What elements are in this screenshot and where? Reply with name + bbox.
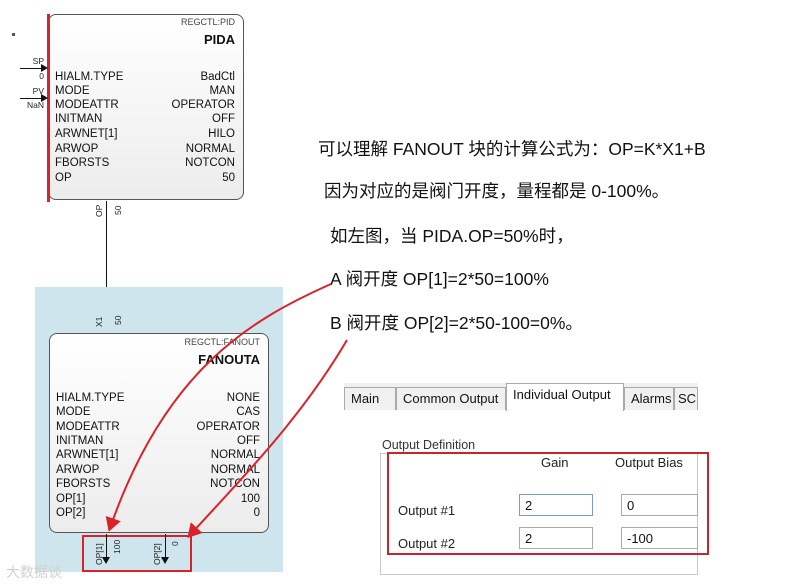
corner-mark — [12, 33, 15, 36]
param-value: NORMAL — [210, 464, 260, 476]
watermark: 大数据谈 — [6, 564, 62, 580]
param-name: MODE — [55, 85, 90, 97]
pida-param-row: INITMAN OFF — [55, 112, 235, 126]
fanout-param-row: OP[1] 100 — [56, 492, 260, 506]
explanation-line: 因为对应的是阀门开度，量程都是 0-100%。 — [324, 181, 670, 201]
param-name: MODEATTR — [55, 99, 119, 111]
fanout-param-row: FBORSTS NOTCON — [56, 477, 260, 491]
param-value: OPERATOR — [171, 99, 235, 111]
param-value: NOTCON — [185, 157, 235, 169]
explanation-line: 如左图，当 PIDA.OP=50%时， — [330, 226, 574, 246]
param-name: HIALM.TYPE — [55, 71, 124, 83]
pida-param-row: MODEATTR OPERATOR — [55, 98, 235, 112]
fanout-output2-arrow-icon — [161, 557, 169, 564]
pida-output-pin-value: 50 — [113, 205, 123, 215]
fanout-input-pin-value: 50 — [113, 315, 123, 325]
fanout-type-label: REGCTL:FANOUT — [184, 337, 260, 347]
pin-sp-value: 0 — [39, 71, 44, 81]
pin-sp-line — [20, 68, 42, 69]
fanout-param-row: ARWOP NORMAL — [56, 463, 260, 477]
param-name: FBORSTS — [55, 157, 110, 169]
pida-output-pin-name: OP — [94, 204, 104, 217]
pida-selection-bar — [47, 14, 50, 202]
fanout-param-row: HIALM.TYPE NONE — [56, 391, 260, 405]
param-name: MODE — [56, 406, 91, 418]
fanout-output1-arrow-icon — [102, 557, 110, 564]
param-value: BadCtl — [200, 71, 235, 83]
param-value: 100 — [240, 493, 260, 505]
param-value: MAN — [209, 85, 235, 97]
fanout-function-block[interactable]: REGCTL:FANOUT FANOUTA HIALM.TYPE NONE MO… — [49, 333, 269, 533]
param-value: NORMAL — [210, 449, 260, 461]
fanout-param-row: OP[2] 0 — [56, 506, 260, 520]
pida-block-name: PIDA — [203, 32, 235, 47]
tab-strip: Main Common Output Individual Output Ala… — [344, 383, 698, 411]
pida-function-block[interactable]: REGCTL:PID PIDA HIALM.TYPE BadCtl MODE M… — [48, 14, 244, 200]
param-name: ARWOP — [55, 143, 99, 155]
param-value: NORMAL — [185, 143, 235, 155]
output-definition-highlight — [387, 452, 709, 555]
param-name: OP[2] — [56, 507, 86, 519]
pin-pv-value: NaN — [26, 100, 44, 110]
param-value: OPERATOR — [196, 421, 260, 433]
param-name: OP — [55, 172, 72, 184]
output-definition-title: Output Definition — [380, 438, 478, 452]
pida-param-row: MODE MAN — [55, 84, 235, 98]
fanout-output1-value: 100 — [112, 539, 122, 554]
pida-param-row: ARWNET[1] HILO — [55, 127, 235, 141]
fanout-param-row: ARWNET[1] NORMAL — [56, 448, 260, 462]
explanation-line: A 阀开度 OP[1]=2*50=100% — [330, 269, 549, 289]
tab-alarms[interactable]: Alarms — [624, 387, 674, 410]
pida-type-label: REGCTL:PID — [180, 17, 235, 27]
tab-main[interactable]: Main — [344, 387, 396, 410]
param-name: INITMAN — [56, 435, 104, 447]
fanout-input-pin-name: X1 — [94, 316, 104, 327]
param-value: NOTCON — [210, 478, 260, 490]
fanout-param-row: MODEATTR OPERATOR — [56, 420, 260, 434]
param-value: OFF — [237, 435, 260, 447]
tab-common-output[interactable]: Common Output — [396, 387, 506, 410]
param-name: ARWNET[1] — [55, 128, 118, 140]
fanout-param-row: INITMAN OFF — [56, 434, 260, 448]
pida-param-row: ARWOP NORMAL — [55, 142, 235, 156]
fanout-output2-value: 0 — [170, 541, 180, 546]
param-name: INITMAN — [55, 113, 103, 125]
param-name: MODEATTR — [56, 421, 120, 433]
param-name: ARWOP — [56, 464, 100, 476]
param-value: 0 — [253, 507, 260, 519]
param-name: OP[1] — [56, 493, 86, 505]
fanout-output2-line — [165, 534, 166, 557]
param-value: CAS — [236, 406, 260, 418]
pida-param-row: FBORSTS NOTCON — [55, 156, 235, 170]
fanout-output1-line — [106, 534, 107, 557]
param-name: FBORSTS — [56, 478, 111, 490]
param-name: ARWNET[1] — [56, 449, 119, 461]
param-value: HILO — [208, 128, 235, 140]
pin-pv-line — [20, 98, 42, 99]
param-value: OFF — [212, 113, 235, 125]
tab-sc[interactable]: SC — [674, 387, 698, 410]
param-name: HIALM.TYPE — [56, 392, 125, 404]
fanout-param-row: MODE CAS — [56, 405, 260, 419]
pida-param-row: HIALM.TYPE BadCtl — [55, 70, 235, 84]
param-value: NONE — [226, 392, 260, 404]
explanation-line: B 阀开度 OP[2]=2*50-100=0%。 — [330, 313, 583, 333]
fanout-block-name: FANOUTA — [198, 352, 260, 367]
tab-individual-output[interactable]: Individual Output — [506, 383, 624, 411]
pida-param-row: OP 50 — [55, 171, 235, 185]
param-value: 50 — [222, 172, 235, 184]
explanation-line: 可以理解 FANOUT 块的计算公式为：OP=K*X1+B — [318, 139, 706, 159]
